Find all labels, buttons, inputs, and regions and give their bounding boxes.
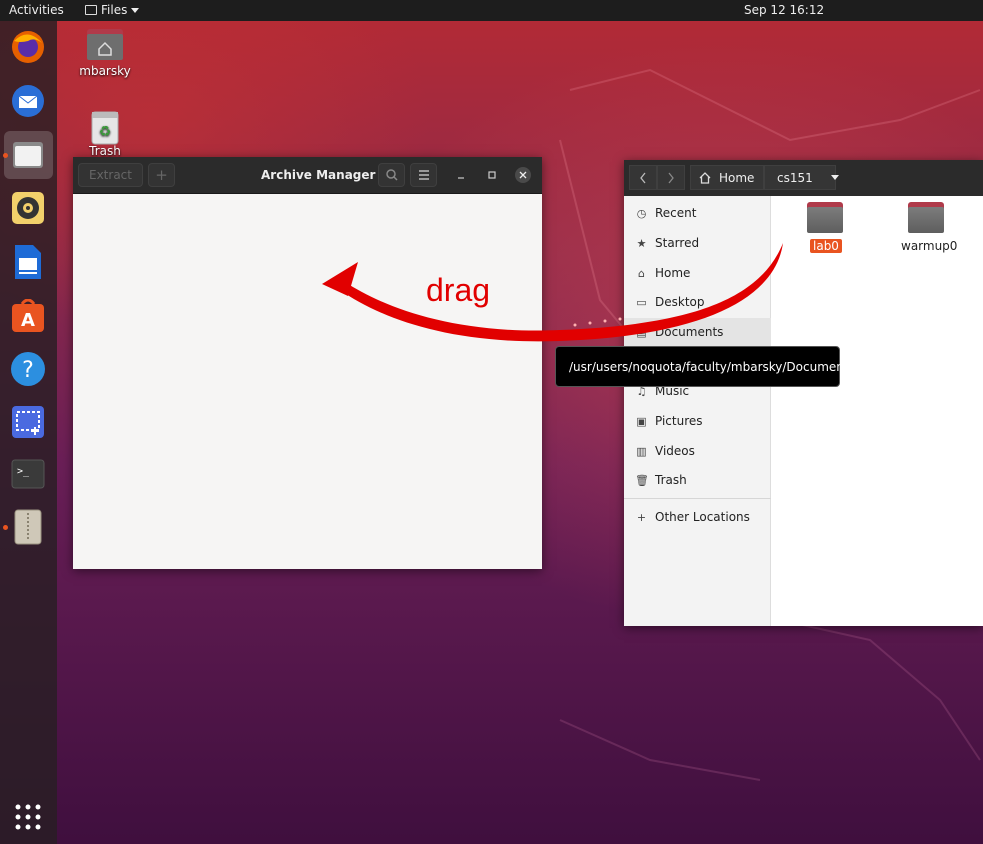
svg-text:♻: ♻: [99, 124, 112, 140]
close-button[interactable]: [515, 167, 531, 183]
minimize-icon: [458, 177, 464, 179]
chevron-left-icon: [640, 172, 646, 183]
sidebar-item-label: Starred: [655, 236, 700, 250]
archive-manager-icon[interactable]: [8, 507, 48, 547]
places-sidebar: ◷ Recent ★ Starred ⌂ Home ▭ Desktop ▤ Documen…: [624, 196, 771, 626]
sidebar-item-home[interactable]: ⌂ Home: [624, 259, 771, 287]
svg-text:>_: >_: [17, 466, 30, 477]
trash-icon: ♻: [91, 111, 119, 145]
home-icon: ⌂: [638, 266, 645, 280]
top-bar: Activities Files Sep 12 16:12: [0, 0, 983, 21]
search-icon: [385, 169, 398, 181]
trash-icon: 🗑︎: [635, 473, 649, 487]
screenshot-icon[interactable]: [8, 402, 48, 442]
path-tooltip: /usr/users/noquota/faculty/mbarsky/Docum…: [555, 346, 855, 387]
firefox-icon[interactable]: [8, 27, 48, 67]
activities-button[interactable]: Activities: [9, 3, 64, 17]
path-home-button[interactable]: Home: [690, 165, 764, 190]
extract-button[interactable]: Extract: [78, 163, 143, 187]
sidebar-item-label: Pictures: [655, 414, 703, 428]
help-icon[interactable]: ?: [8, 349, 48, 389]
file-view[interactable]: lab0 warmup0: [772, 196, 983, 626]
home-icon: [699, 171, 711, 184]
software-icon[interactable]: A: [8, 296, 48, 336]
home-folder-icon: [87, 29, 123, 60]
folder-name: lab0: [810, 239, 842, 253]
svg-text:A: A: [21, 310, 35, 331]
documents-icon: ▤: [636, 325, 647, 339]
add-files-button[interactable]: +: [148, 163, 175, 187]
drag-label: drag: [426, 272, 491, 308]
apps-grid-icon[interactable]: [8, 797, 48, 837]
archive-manager-window: Extract + Archive Manager: [73, 157, 542, 569]
chevron-right-icon: [668, 172, 674, 183]
dock: A ? >_: [0, 21, 57, 844]
folder-icon: [807, 202, 843, 233]
sidebar-item-label: Recent: [655, 206, 697, 220]
chevron-down-icon: [131, 7, 140, 13]
star-icon: ★: [636, 236, 647, 250]
desktop-home-folder[interactable]: mbarsky: [70, 27, 140, 78]
videos-icon: ▥: [636, 444, 647, 458]
sidebar-item-other-locations[interactable]: + Other Locations: [624, 503, 771, 531]
back-button[interactable]: [629, 165, 657, 190]
rhythmbox-icon[interactable]: [8, 188, 48, 228]
sidebar-item-documents[interactable]: ▤ Documents: [624, 318, 771, 346]
files-icon[interactable]: [8, 134, 48, 174]
desktop-trash-label: Trash: [89, 144, 121, 158]
thunderbird-icon[interactable]: [8, 81, 48, 121]
menu-button[interactable]: [410, 163, 437, 187]
archive-content-area[interactable]: [73, 194, 542, 569]
forward-button[interactable]: [657, 165, 685, 190]
search-button[interactable]: [378, 163, 405, 187]
chevron-down-icon: [830, 175, 839, 180]
files-headerbar: Home cs151: [624, 160, 983, 196]
path-home-label: Home: [719, 170, 755, 185]
desktop-home-label: mbarsky: [79, 64, 131, 78]
path-current-label: cs151: [777, 170, 813, 185]
sidebar-item-label: Desktop: [655, 295, 705, 309]
folder-name: warmup0: [901, 239, 958, 253]
app-menu-label: Files: [101, 3, 128, 17]
hamburger-icon: [418, 170, 429, 180]
app-menu-button[interactable]: Files: [85, 3, 140, 17]
sidebar-item-videos[interactable]: ▥ Videos: [624, 437, 771, 465]
maximize-button[interactable]: [484, 167, 500, 183]
sidebar-item-label: Videos: [655, 444, 695, 458]
folder-icon: [85, 5, 97, 15]
window-title: Archive Manager: [261, 168, 376, 182]
svg-text:?: ?: [22, 358, 34, 383]
sidebar-item-label: Other Locations: [655, 510, 750, 524]
path-current-button[interactable]: cs151: [764, 165, 839, 190]
sidebar-item-label: Home: [655, 266, 691, 280]
files-window: Home cs151 ◷ Recent ★ Starred ⌂ Home ▭ Deskt…: [624, 160, 983, 626]
plus-icon: +: [636, 510, 647, 524]
desktop-trash[interactable]: ♻ Trash: [70, 109, 140, 158]
archive-manager-headerbar: Extract + Archive Manager: [73, 157, 542, 194]
sidebar-item-pictures[interactable]: ▣ Pictures: [624, 407, 771, 435]
writer-icon[interactable]: [8, 242, 48, 282]
minimize-button[interactable]: [453, 167, 469, 183]
sidebar-item-trash[interactable]: 🗑︎ Trash: [624, 466, 771, 494]
sidebar-item-recent[interactable]: ◷ Recent: [624, 199, 771, 227]
sidebar-item-label: Trash: [655, 473, 687, 487]
terminal-icon[interactable]: >_: [8, 454, 48, 494]
close-icon: [519, 171, 527, 179]
sidebar-item-desktop[interactable]: ▭ Desktop: [624, 288, 771, 316]
desktop-icon: ▭: [636, 295, 647, 309]
folder-icon: [908, 202, 944, 233]
sidebar-separator: [624, 498, 771, 499]
pictures-icon: ▣: [636, 414, 647, 428]
recent-icon: ◷: [636, 206, 647, 220]
sidebar-item-starred[interactable]: ★ Starred: [624, 229, 771, 257]
clock[interactable]: Sep 12 16:12: [744, 3, 824, 17]
maximize-icon: [488, 171, 496, 179]
sidebar-item-label: Documents: [655, 325, 724, 339]
